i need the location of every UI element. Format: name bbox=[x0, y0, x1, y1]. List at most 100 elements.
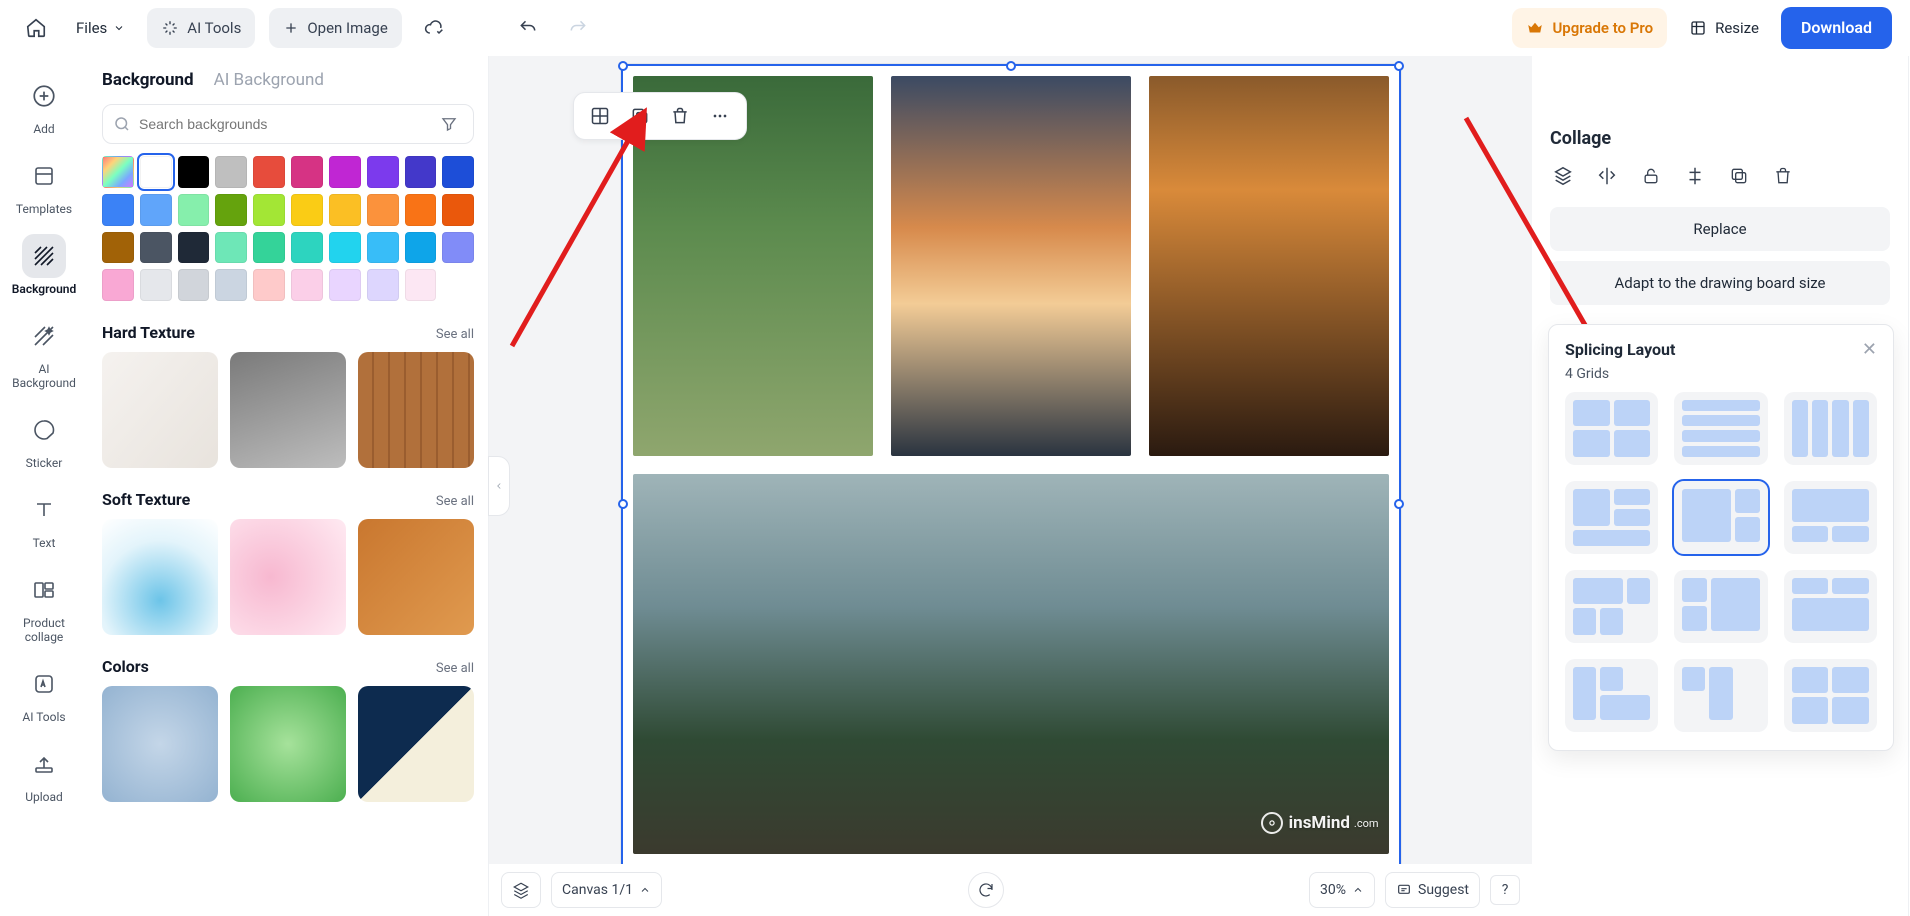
upgrade-button[interactable]: Upgrade to Pro bbox=[1512, 8, 1667, 48]
layout-option[interactable] bbox=[1784, 659, 1877, 732]
layout-option[interactable] bbox=[1674, 659, 1767, 732]
color-swatch[interactable] bbox=[178, 194, 210, 226]
ai-tools-button[interactable]: AI Tools bbox=[147, 8, 255, 48]
replace-button[interactable]: Replace bbox=[1550, 207, 1890, 251]
color-swatch[interactable] bbox=[140, 232, 172, 264]
texture-wood[interactable] bbox=[358, 352, 474, 468]
layout-option[interactable] bbox=[1784, 481, 1877, 554]
help-button[interactable]: ? bbox=[1490, 875, 1520, 905]
layer-order-icon[interactable] bbox=[1550, 163, 1576, 189]
collage-img-4[interactable] bbox=[633, 474, 1389, 854]
color-swatch[interactable] bbox=[367, 194, 399, 226]
texture-concrete[interactable] bbox=[230, 352, 346, 468]
handle-rm[interactable] bbox=[1394, 499, 1404, 509]
color-swatch[interactable] bbox=[215, 232, 247, 264]
color-swatch[interactable] bbox=[367, 156, 399, 188]
colors-see-all[interactable]: See all bbox=[436, 661, 474, 676]
color-swatch[interactable] bbox=[140, 194, 172, 226]
handle-tl[interactable] bbox=[618, 61, 628, 71]
handle-tr[interactable] bbox=[1394, 61, 1404, 71]
rail-ai-background[interactable]: AI Background bbox=[8, 314, 80, 390]
layout-option[interactable] bbox=[1565, 659, 1658, 732]
rail-sticker[interactable]: Sticker bbox=[8, 408, 80, 470]
rail-background[interactable]: Background bbox=[8, 234, 80, 296]
rail-templates[interactable]: Templates bbox=[8, 154, 80, 216]
color-swatch[interactable] bbox=[178, 269, 210, 301]
collage-selection[interactable]: insMind.com bbox=[621, 64, 1401, 864]
rail-upload[interactable]: Upload bbox=[8, 742, 80, 804]
hard-texture-see-all[interactable]: See all bbox=[436, 327, 474, 342]
color-swatch[interactable] bbox=[405, 156, 437, 188]
color-navy-cream[interactable] bbox=[358, 686, 474, 802]
handle-tm[interactable] bbox=[1006, 61, 1016, 71]
open-image-button[interactable]: Open Image bbox=[269, 8, 401, 48]
color-swatch[interactable] bbox=[291, 194, 323, 226]
search-input[interactable] bbox=[139, 116, 427, 132]
color-swatch[interactable] bbox=[442, 156, 474, 188]
color-swatch[interactable] bbox=[291, 156, 323, 188]
texture-leather[interactable] bbox=[358, 519, 474, 635]
color-swatch[interactable] bbox=[253, 194, 285, 226]
color-swatch[interactable] bbox=[405, 232, 437, 264]
rail-text[interactable]: Text bbox=[8, 488, 80, 550]
layers-button[interactable] bbox=[501, 872, 541, 908]
texture-pink-swirl[interactable] bbox=[230, 519, 346, 635]
canvas-count[interactable]: Canvas 1/1 bbox=[551, 872, 662, 908]
rotate-view-icon[interactable] bbox=[968, 872, 1004, 908]
color-swatch[interactable] bbox=[253, 156, 285, 188]
color-swatch[interactable] bbox=[215, 156, 247, 188]
color-swatch[interactable] bbox=[102, 194, 134, 226]
color-swatch[interactable] bbox=[253, 232, 285, 264]
resize-button[interactable]: Resize bbox=[1681, 13, 1767, 43]
layout-option[interactable] bbox=[1565, 392, 1658, 465]
color-swatch[interactable] bbox=[405, 194, 437, 226]
color-swatch[interactable] bbox=[140, 269, 172, 301]
texture-water[interactable] bbox=[102, 519, 218, 635]
color-swatch[interactable] bbox=[253, 269, 285, 301]
filter-icon[interactable] bbox=[435, 115, 463, 133]
color-swatch[interactable] bbox=[442, 232, 474, 264]
flip-icon[interactable] bbox=[1594, 163, 1620, 189]
tab-background[interactable]: Background bbox=[102, 70, 194, 90]
color-swatch[interactable] bbox=[102, 232, 134, 264]
rail-add[interactable]: Add bbox=[8, 74, 80, 136]
color-swatch[interactable] bbox=[329, 232, 361, 264]
soft-texture-see-all[interactable]: See all bbox=[436, 494, 474, 509]
align-icon[interactable] bbox=[1682, 163, 1708, 189]
layout-option[interactable] bbox=[1674, 392, 1767, 465]
color-swatch[interactable] bbox=[215, 194, 247, 226]
toolbar-layout-icon[interactable] bbox=[582, 98, 618, 134]
undo-icon[interactable] bbox=[510, 10, 546, 46]
tab-ai-background[interactable]: AI Background bbox=[214, 70, 324, 90]
texture-marble[interactable] bbox=[102, 352, 218, 468]
rail-ai-tools[interactable]: AI Tools bbox=[8, 662, 80, 724]
color-swatch[interactable] bbox=[405, 269, 437, 301]
layout-option[interactable] bbox=[1784, 392, 1877, 465]
toolbar-duplicate-icon[interactable] bbox=[622, 98, 658, 134]
adapt-button[interactable]: Adapt to the drawing board size bbox=[1550, 261, 1890, 305]
color-swatch[interactable] bbox=[329, 194, 361, 226]
color-swatch[interactable] bbox=[291, 269, 323, 301]
popup-close-icon[interactable]: ✕ bbox=[1862, 339, 1877, 360]
delete-icon[interactable] bbox=[1770, 163, 1796, 189]
color-swatch[interactable] bbox=[442, 194, 474, 226]
color-blue-grad[interactable] bbox=[102, 686, 218, 802]
duplicate-icon[interactable] bbox=[1726, 163, 1752, 189]
layout-option[interactable] bbox=[1674, 570, 1767, 643]
color-swatch[interactable] bbox=[329, 156, 361, 188]
color-swatch[interactable] bbox=[367, 232, 399, 264]
color-swatch[interactable] bbox=[215, 269, 247, 301]
download-button[interactable]: Download bbox=[1781, 7, 1892, 49]
canvas-viewport[interactable]: insMind.com bbox=[489, 56, 1532, 864]
home-icon[interactable] bbox=[18, 10, 54, 46]
color-swatch[interactable] bbox=[367, 269, 399, 301]
handle-lm[interactable] bbox=[618, 499, 628, 509]
layout-option[interactable] bbox=[1565, 481, 1658, 554]
color-swatch[interactable] bbox=[178, 232, 210, 264]
lock-icon[interactable] bbox=[1638, 163, 1664, 189]
color-green-grad[interactable] bbox=[230, 686, 346, 802]
color-swatch[interactable] bbox=[178, 156, 210, 188]
files-menu[interactable]: Files bbox=[68, 13, 133, 43]
collage-img-3[interactable] bbox=[1149, 76, 1389, 456]
toolbar-delete-icon[interactable] bbox=[662, 98, 698, 134]
